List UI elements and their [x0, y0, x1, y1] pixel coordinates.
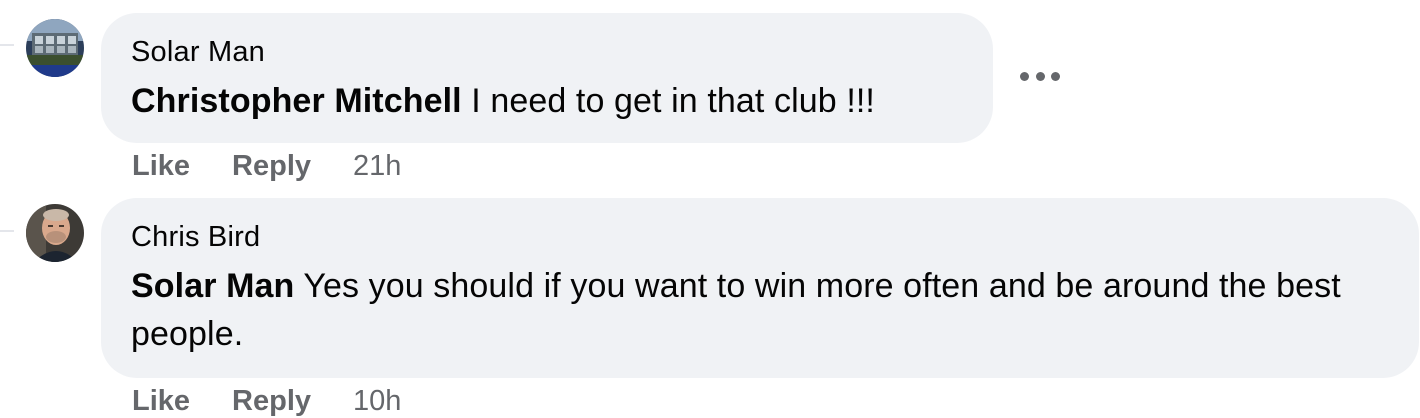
comment-body: I need to get in that club !!! — [461, 82, 875, 120]
comment-actions: Like Reply 21h — [132, 149, 401, 183]
comment-timestamp[interactable]: 10h — [353, 384, 401, 418]
comment-timestamp[interactable]: 21h — [353, 149, 401, 183]
comment-text: Solar Man Yes you should if you want to … — [131, 262, 1389, 358]
avatar-solar-man-image — [26, 19, 84, 77]
comment-author[interactable]: Chris Bird — [131, 220, 1389, 254]
more-dot — [1020, 71, 1029, 81]
avatar-chris-bird-image — [26, 204, 84, 262]
thread-connector — [0, 44, 14, 46]
reply-button[interactable]: Reply — [232, 384, 311, 418]
like-button[interactable]: Like — [132, 384, 190, 418]
avatar[interactable] — [26, 19, 84, 77]
thread-connector — [0, 230, 14, 232]
reply-button[interactable]: Reply — [232, 149, 311, 183]
comment-text: Christopher Mitchell I need to get in th… — [131, 77, 963, 125]
more-dot — [1051, 71, 1060, 81]
avatar[interactable] — [26, 204, 84, 262]
comment-bubble: Solar Man Christopher Mitchell I need to… — [101, 13, 993, 143]
more-options-icon[interactable] — [1020, 64, 1060, 88]
comment-bubble: Chris Bird Solar Man Yes you should if y… — [101, 198, 1419, 378]
comment-mention[interactable]: Christopher Mitchell — [131, 82, 462, 120]
more-dot — [1035, 71, 1045, 81]
comment-body: Yes you should if you want to win more o… — [131, 267, 1341, 353]
like-button[interactable]: Like — [132, 149, 190, 183]
comment-mention[interactable]: Solar Man — [131, 267, 294, 305]
comment-author[interactable]: Solar Man — [131, 35, 963, 69]
comment-actions: Like Reply 10h — [132, 384, 401, 418]
